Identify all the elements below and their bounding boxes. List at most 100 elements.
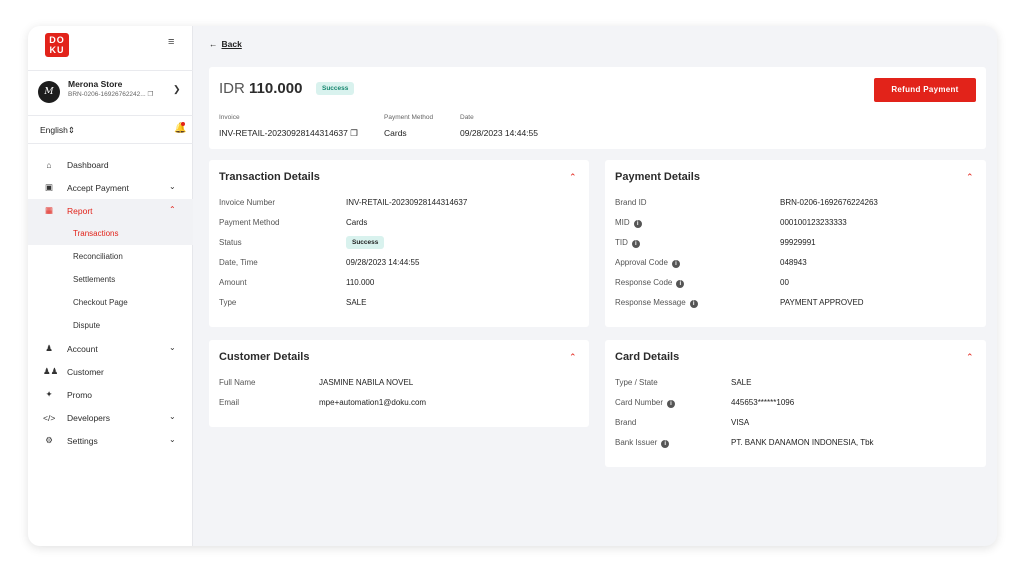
detail-row: Card Number i 445653******1096: [615, 398, 795, 408]
sidebar-item-label: Customer: [67, 366, 104, 377]
chevron-down-icon: ⌄: [169, 182, 176, 191]
detail-row: Amount 110.000: [219, 278, 375, 287]
back-link[interactable]: ← Back: [209, 39, 242, 49]
home-icon: ⌂: [46, 159, 52, 170]
store-switcher[interactable]: M Merona Store BRN-0206-16926762242... ❐…: [28, 70, 193, 116]
chevron-up-icon[interactable]: ⌃: [569, 352, 577, 363]
panel-title: Card Details: [615, 351, 680, 363]
customer-icon: ♟♟: [43, 366, 59, 376]
status-badge: Success: [316, 82, 355, 95]
sidebar-item-developers[interactable]: </> Developers ⌄: [28, 406, 193, 429]
detail-row: Full Name JASMINE NABILA NOVEL: [219, 378, 414, 387]
chevron-up-icon[interactable]: ⌃: [966, 172, 974, 183]
info-icon[interactable]: i: [689, 300, 698, 308]
detail-row: TID i 99929991: [615, 238, 816, 248]
transaction-summary-card: IDR 110.000 Success Refund Payment Invoi…: [209, 67, 986, 149]
panel-title: Payment Details: [615, 171, 700, 183]
payment-method-value: Cards: [384, 128, 407, 138]
sidebar-nav: ⌂ Dashboard ▣ Accept Payment ⌄ ▦ Report …: [28, 153, 193, 452]
status-badge: Success: [346, 236, 385, 249]
subnav-item-checkout-page[interactable]: Checkout Page: [28, 291, 193, 314]
payment-details-panel: Payment Details ⌃ Brand ID BRN-0206-16926…: [605, 160, 986, 327]
detail-row: Email mpe+automation1@doku.com: [219, 398, 427, 407]
payment-method-label: Payment Method: [384, 114, 434, 121]
detail-row: MID i 000100123233333: [615, 218, 847, 228]
detail-row: Type / State SALE: [615, 378, 752, 387]
notification-dot: [181, 122, 185, 126]
info-icon[interactable]: i: [661, 440, 670, 448]
info-icon[interactable]: i: [671, 260, 680, 268]
subnav-item-dispute[interactable]: Dispute: [28, 314, 193, 337]
sidebar-item-dashboard[interactable]: ⌂ Dashboard: [28, 153, 193, 176]
subnav-item-reconciliation[interactable]: Reconciliation: [28, 245, 193, 268]
detail-row: Payment Method Cards: [219, 218, 368, 227]
detail-row: Brand ID BRN-0206-1692676224263: [615, 198, 878, 207]
sidebar-item-label: Report: [67, 205, 93, 216]
copy-icon[interactable]: ❐: [148, 91, 154, 98]
transaction-details-panel: Transaction Details ⌃ Invoice Number INV-…: [209, 160, 589, 327]
sidebar-item-promo[interactable]: ✦ Promo: [28, 383, 193, 406]
detail-row: Status Success: [219, 236, 579, 249]
detail-row: Response Code i 00: [615, 278, 789, 288]
code-icon: </>: [43, 412, 56, 423]
invoice-label: Invoice: [219, 114, 240, 121]
account-icon: ♟: [45, 343, 53, 353]
store-name: Merona Store: [68, 79, 123, 89]
sidebar-item-label: Account: [67, 343, 98, 354]
detail-row: Invoice Number INV-RETAIL-202309281443146…: [219, 198, 468, 207]
detail-row: Response Message i PAYMENT APPROVED: [615, 298, 864, 308]
sidebar-item-label: Dashboard: [67, 159, 109, 170]
detail-row: Date, Time 09/28/2023 14:44:55: [219, 258, 420, 267]
hamburger-icon[interactable]: ≡: [168, 36, 174, 48]
detail-row: Approval Code i 048943: [615, 258, 807, 268]
info-icon[interactable]: i: [676, 280, 685, 288]
arrow-left-icon: ←: [209, 39, 218, 49]
doku-logo[interactable]: DO KU: [45, 33, 69, 57]
chevron-up-icon: ⌃: [169, 205, 176, 214]
sidebar-item-account[interactable]: ♟ Account ⌄: [28, 337, 193, 360]
detail-row: Brand VISA: [615, 418, 750, 427]
store-avatar: M: [38, 81, 60, 103]
chevron-down-icon[interactable]: ❯: [173, 84, 181, 95]
panel-title: Transaction Details: [219, 171, 320, 183]
info-icon[interactable]: i: [631, 240, 640, 248]
detail-row: Bank Issuer i PT. BANK DANAMON INDONESIA, …: [615, 438, 874, 448]
chevron-down-icon: ⌄: [169, 412, 176, 421]
date-label: Date: [460, 114, 474, 121]
transaction-amount: IDR 110.000: [219, 80, 303, 97]
report-icon: ▦: [44, 205, 54, 215]
subnav-item-transactions[interactable]: Transactions: [28, 222, 193, 245]
app-frame: DO KU ≡ M Merona Store BRN-0206-169267622…: [28, 26, 997, 546]
card-details-panel: Card Details ⌃ Type / State SALE Card Num…: [605, 340, 986, 467]
settings-icon: ⚙: [45, 435, 53, 445]
payment-icon: ▣: [44, 182, 54, 192]
customer-details-panel: Customer Details ⌃ Full Name JASMINE NABI…: [209, 340, 589, 427]
subnav-item-settlements[interactable]: Settlements: [28, 268, 193, 291]
sidebar-item-settings[interactable]: ⚙ Settings ⌄: [28, 429, 193, 452]
sidebar-item-accept-payment[interactable]: ▣ Accept Payment ⌄: [28, 176, 193, 199]
language-select[interactable]: English⇕: [40, 125, 75, 136]
detail-row: Type SALE: [219, 298, 367, 307]
chevron-up-icon[interactable]: ⌃: [569, 172, 577, 183]
sidebar: DO KU ≡ M Merona Store BRN-0206-169267622…: [28, 26, 193, 546]
info-icon[interactable]: i: [633, 220, 642, 228]
date-value: 09/28/2023 14:44:55: [460, 128, 538, 138]
copy-icon[interactable]: ❐: [350, 128, 358, 138]
sidebar-item-label: Promo: [67, 389, 93, 400]
sidebar-item-label: Settings: [67, 435, 98, 446]
sidebar-item-label: Accept Payment: [67, 182, 129, 193]
chevron-down-icon: ⌄: [169, 435, 176, 444]
info-icon[interactable]: i: [667, 400, 676, 408]
main-content: ← Back IDR 110.000 Success Refund Payment…: [193, 26, 997, 546]
language-bar: English⇕ 🔔: [28, 116, 193, 144]
chevron-down-icon: ⌄: [169, 343, 176, 352]
promo-icon: ✦: [45, 389, 53, 399]
chevron-up-icon[interactable]: ⌃: [966, 352, 974, 363]
sidebar-item-label: Developers: [67, 412, 110, 423]
refund-payment-button[interactable]: Refund Payment: [874, 78, 976, 102]
sidebar-item-customer[interactable]: ♟♟ Customer: [28, 360, 193, 383]
panel-title: Customer Details: [219, 351, 310, 363]
sidebar-item-report[interactable]: ▦ Report ⌃: [28, 199, 193, 222]
invoice-value: INV-RETAIL-20230928144314637 ❐: [219, 128, 358, 138]
store-id: BRN-0206-16926762242... ❐: [68, 91, 154, 98]
